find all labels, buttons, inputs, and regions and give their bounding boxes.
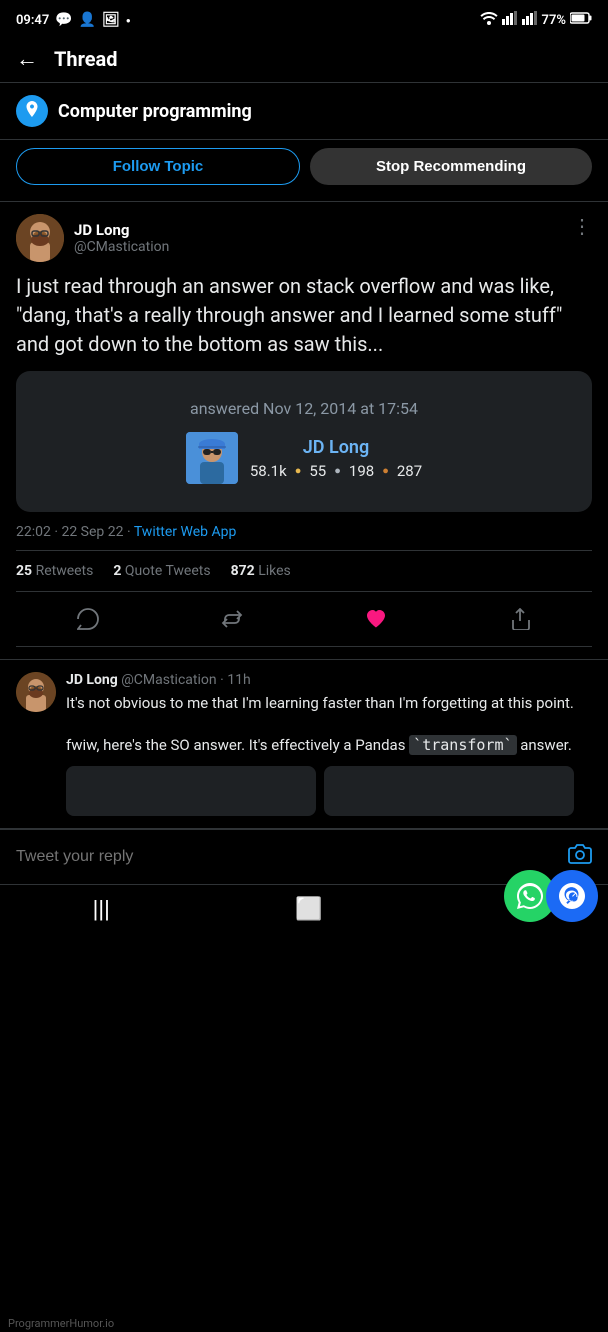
reply-images [66,766,574,816]
reply-button[interactable] [61,602,115,636]
gold-dot: ● [295,464,302,477]
reply-text-1: It's not obvious to me that I'm learning… [66,692,574,715]
embedded-card: answered Nov 12, 2014 at 17:54 [16,371,592,512]
quote-count: 2 [113,563,121,579]
retweet-button[interactable] [205,602,259,636]
signal-bars [502,11,518,29]
like-button[interactable] [349,602,403,636]
reply-input-field[interactable] [16,848,558,866]
reply-text-2: fwiw, here's the SO answer. It's effecti… [66,734,574,757]
tweet-text: I just read through an answer on stack o… [16,272,592,359]
so-username: JD Long [250,437,422,458]
author-name: JD Long [74,221,169,239]
answered-line: answered Nov 12, 2014 at 17:54 [40,399,568,418]
reply-time: · 11h [220,672,251,688]
topic-bar: Computer programming [0,83,608,140]
nav-title: Thread [54,47,118,71]
stop-recommending-button[interactable]: Stop Recommending [310,148,592,185]
battery-icon [570,12,592,28]
tweet-meta: 22:02 · 22 Sep 22 · Twitter Web App [16,524,592,540]
shazam-icon[interactable] [546,870,598,922]
code-transform: `transform` [409,735,516,755]
nav-home-gesture[interactable]: ⬜ [295,896,322,922]
so-user-info: JD Long 58.1k ● 55 ● 198 ● 287 [250,437,422,480]
likes-count: 872 [231,563,255,579]
watermark: ProgrammerHumor.io [0,1315,122,1332]
reply-handle: @CMastication [121,672,216,688]
so-user-row: JD Long 58.1k ● 55 ● 198 ● 287 [40,432,568,484]
so-avatar [186,432,238,484]
avatar-image [16,214,64,262]
back-button[interactable]: ← [16,46,38,72]
quote-tweets-stat: 2 Quote Tweets [113,563,210,579]
retweets-label: Retweets [36,563,94,579]
dot-indicator: ● [126,16,131,25]
likes-stat: 872 Likes [231,563,291,579]
reply-author-name: JD Long [66,672,118,688]
retweets-stat: 25 Retweets [16,563,93,579]
silver-dot: ● [334,464,341,477]
gallery-icon: 🖼 [102,12,120,28]
status-bar: 09:47 💬 👤 🖼 ● [0,0,608,36]
author-handle: @CMastication [74,239,169,255]
stats-row: 25 Retweets 2 Quote Tweets 872 Likes [16,550,592,592]
battery: 77% [542,13,566,28]
quote-label: Quote Tweets [125,563,211,579]
follow-topic-button[interactable]: Follow Topic [16,148,300,185]
tweet-time: 22:02 · 22 Sep 22 [16,524,123,540]
bronze-count: 287 [397,462,422,480]
time: 09:47 [16,13,49,28]
signal-bars-2 [522,11,538,29]
status-right: 77% [480,11,592,29]
reply-avatar[interactable] [16,672,56,712]
image-placeholder-1 [66,766,316,816]
topic-buttons: Follow Topic Stop Recommending [0,140,608,202]
topic-icon [16,95,48,127]
author-info: JD Long @CMastication [74,221,169,255]
bronze-dot: ● [382,464,389,477]
reply-meta: JD Long @CMastication · 11h [66,672,574,688]
topic-name: Computer programming [58,101,592,122]
so-score: 58.1k [250,462,287,480]
status-left: 09:47 💬 👤 🖼 ● [16,12,131,28]
silver-count: 198 [349,462,374,480]
notification-icon: 👤 [79,12,96,28]
top-nav: ← Thread [0,36,608,83]
reply-tweet: JD Long @CMastication · 11h It's not obv… [0,660,608,829]
tweet-header: JD Long @CMastication ⋮ [16,214,592,262]
author-row: JD Long @CMastication [16,214,169,262]
gold-count: 55 [309,462,326,480]
tweet-source[interactable]: Twitter Web App [134,524,237,540]
camera-icon[interactable] [568,842,592,872]
share-button[interactable] [493,602,547,636]
so-stats: 58.1k ● 55 ● 198 ● 287 [250,462,422,480]
wifi-icon [480,11,498,29]
action-bar [16,592,592,647]
avatar[interactable] [16,214,64,262]
whatsapp-status-icon: 💬 [55,12,72,28]
more-options-button[interactable]: ⋮ [572,214,592,238]
image-placeholder-2 [324,766,574,816]
reply-author-row: JD Long @CMastication · 11h It's not obv… [16,672,592,816]
likes-label: Likes [258,563,291,579]
floating-apps [504,870,598,922]
reply-info: JD Long @CMastication · 11h It's not obv… [66,672,574,816]
main-tweet: JD Long @CMastication ⋮ I just read thro… [0,202,608,660]
retweet-count: 25 [16,563,32,579]
nav-back-gesture[interactable]: ||| [93,896,110,922]
so-avatar-image [186,432,238,484]
